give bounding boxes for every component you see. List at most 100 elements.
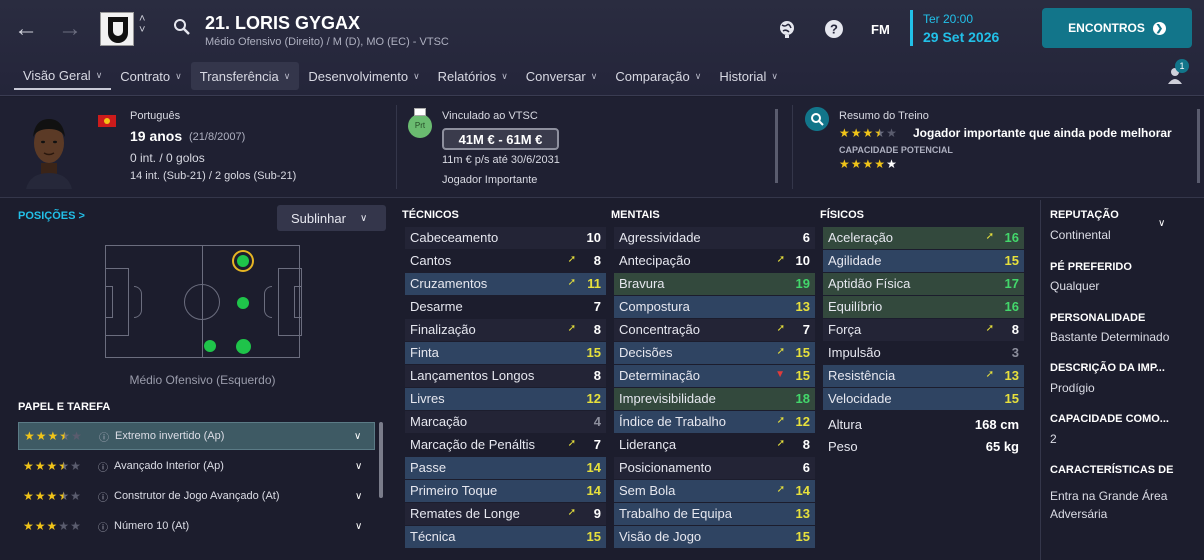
- tab-conversar[interactable]: Conversar ∨: [517, 62, 607, 90]
- attribute-name: Cruzamentos: [410, 276, 488, 291]
- chevron-down-icon: ∨: [283, 70, 291, 81]
- tab-desenvolvimento[interactable]: Desenvolvimento ∨: [299, 62, 428, 90]
- attribute-row[interactable]: Agilidade 15: [823, 250, 1024, 272]
- mentais-title: MENTAIS: [611, 209, 660, 221]
- attribute-name: Imprevisibilidade: [619, 391, 716, 406]
- attribute-row[interactable]: Antecipação ➚ 10: [614, 250, 815, 272]
- flag-portugal-icon: [98, 115, 116, 127]
- attribute-name: Posicionamento: [619, 460, 712, 475]
- foot-label: PÉ PREFERIDO: [1050, 261, 1132, 273]
- attribute-name: Agressividade: [619, 230, 701, 245]
- attribute-row[interactable]: Bravura 19: [614, 273, 815, 295]
- chevron-down-icon[interactable]: ∨: [1158, 218, 1165, 229]
- globe-icon[interactable]: [777, 19, 797, 39]
- attribute-row[interactable]: Técnica 15: [405, 526, 606, 548]
- tab-transferencia[interactable]: Transferência ∨: [190, 62, 300, 90]
- notification-icon[interactable]: 1: [1166, 59, 1189, 86]
- attribute-row[interactable]: Cantos ➚ 8: [405, 250, 606, 272]
- forward-arrow-icon[interactable]: →: [58, 15, 82, 43]
- tab-contrato[interactable]: Contrato ∨: [111, 62, 190, 90]
- attribute-row[interactable]: Aceleração ➚ 16: [823, 227, 1024, 249]
- attribute-value: 15: [795, 368, 810, 383]
- attribute-row[interactable]: Determinação ▼ 15: [614, 365, 815, 387]
- attribute-row[interactable]: Imprevisibilidade 18: [614, 388, 815, 410]
- club-switch-icon[interactable]: ˄ ˅: [139, 14, 145, 36]
- attribute-row[interactable]: Impulsão 3: [823, 342, 1024, 364]
- attribute-row[interactable]: Marcação de Penáltis ➚ 7: [405, 434, 606, 456]
- info-icon[interactable]: ⓘ: [98, 489, 114, 504]
- attribute-row[interactable]: Posicionamento 6: [614, 457, 815, 479]
- tab-visao-geral[interactable]: Visão Geral ∨: [14, 62, 112, 90]
- chevron-down-icon[interactable]: ∨: [355, 461, 375, 472]
- info-icon[interactable]: ⓘ: [98, 459, 114, 474]
- chevron-down-icon: ∨: [175, 70, 182, 81]
- tab-historial[interactable]: Historial ∨: [710, 62, 787, 90]
- star-icon: ★: [34, 459, 46, 473]
- position-dot[interactable]: [237, 297, 249, 309]
- chevron-down-icon[interactable]: ∨: [354, 431, 374, 442]
- trend-up-icon: ➚: [985, 369, 994, 380]
- role-item[interactable]: ★ ★ ★ ★ ★ ⓘ Construtor de Jogo Avançado (At) ∨: [18, 482, 375, 510]
- attribute-row[interactable]: Índice de Trabalho ➚ 12: [614, 411, 815, 433]
- scrollbar[interactable]: [1197, 109, 1200, 183]
- attribute-row[interactable]: Finalização ➚ 8: [405, 319, 606, 341]
- star-icon: ★: [24, 429, 35, 443]
- roles-scrollbar[interactable]: [379, 422, 383, 498]
- tab-comparacao[interactable]: Comparação ∨: [606, 62, 710, 90]
- scrollbar[interactable]: [775, 109, 778, 183]
- search-icon[interactable]: [173, 18, 191, 36]
- attribute-row[interactable]: Livres 12: [405, 388, 606, 410]
- continue-button[interactable]: ENCONTROS ❯: [1042, 8, 1192, 48]
- attribute-row[interactable]: Desarme 7: [405, 296, 606, 318]
- transfer-value[interactable]: 41M € - 61M €: [442, 128, 559, 150]
- info-icon[interactable]: ⓘ: [99, 429, 115, 444]
- position-dot[interactable]: [236, 339, 251, 354]
- attribute-row[interactable]: Cabeceamento 10: [405, 227, 606, 249]
- chevron-down-icon[interactable]: ∨: [355, 521, 375, 532]
- club-badge[interactable]: [100, 12, 134, 46]
- attribute-name: Cabeceamento: [410, 230, 499, 245]
- attribute-row[interactable]: Marcação 4: [405, 411, 606, 433]
- help-icon[interactable]: ?: [824, 19, 844, 39]
- position-dot[interactable]: [204, 340, 216, 352]
- trend-up-icon: ➚: [776, 254, 785, 265]
- attribute-row[interactable]: Visão de Jogo 15: [614, 526, 815, 548]
- attribute-row[interactable]: Trabalho de Equipa 13: [614, 503, 815, 525]
- fm-menu-button[interactable]: FM: [871, 22, 890, 37]
- info-icon[interactable]: ⓘ: [98, 519, 114, 534]
- fisicos-title: FÍSICOS: [820, 209, 865, 221]
- attribute-row[interactable]: Finta 15: [405, 342, 606, 364]
- attribute-row[interactable]: Velocidade 15: [823, 388, 1024, 410]
- attribute-value: 12: [795, 414, 810, 429]
- attribute-row[interactable]: Equilíbrio 16: [823, 296, 1024, 318]
- role-item[interactable]: ★ ★ ★ ★ ★ ⓘ Extremo invertido (Ap) ∨: [18, 422, 375, 450]
- attribute-row[interactable]: Compostura 13: [614, 296, 815, 318]
- chevron-down-icon: ∨: [694, 70, 702, 81]
- attribute-value: 13: [795, 299, 810, 314]
- chevron-down-icon[interactable]: ∨: [355, 491, 375, 502]
- attribute-row[interactable]: Aptidão Física 17: [823, 273, 1024, 295]
- role-stars: ★ ★ ★ ★ ★: [18, 489, 98, 503]
- role-item[interactable]: ★ ★ ★ ★ ★ ⓘ Avançado Interior (Ap) ∨: [18, 452, 375, 480]
- attribute-row[interactable]: Primeiro Toque 14: [405, 480, 606, 502]
- attribute-row[interactable]: Decisões ➚ 15: [614, 342, 815, 364]
- role-item[interactable]: ★ ★ ★ ★ ★ ⓘ Número 10 (At) ∨: [18, 512, 375, 540]
- attribute-row[interactable]: Concentração ➚ 7: [614, 319, 815, 341]
- star-icon: ★: [35, 429, 47, 443]
- attribute-row[interactable]: Cruzamentos ➚ 11: [405, 273, 606, 295]
- attribute-value: 15: [586, 529, 601, 544]
- attribute-row[interactable]: Agressividade 6: [614, 227, 815, 249]
- attribute-row[interactable]: Resistência ➚ 13: [823, 365, 1024, 387]
- attribute-row[interactable]: Sem Bola ➚ 14: [614, 480, 815, 502]
- magnifier-icon[interactable]: [805, 107, 829, 131]
- position-dot-selected[interactable]: [237, 255, 249, 267]
- attribute-row[interactable]: Lançamentos Longos 8: [405, 365, 606, 387]
- positions-link[interactable]: POSIÇÕES >: [18, 210, 85, 222]
- tab-relatorios[interactable]: Relatórios ∨: [429, 62, 517, 90]
- highlight-dropdown[interactable]: Sublinhar ∨: [277, 205, 386, 231]
- attribute-row[interactable]: Remates de Longe ➚ 9: [405, 503, 606, 525]
- back-arrow-icon[interactable]: ←: [14, 15, 38, 43]
- attribute-row[interactable]: Força ➚ 8: [823, 319, 1024, 341]
- attribute-row[interactable]: Liderança ➚ 8: [614, 434, 815, 456]
- attribute-row[interactable]: Passe 14: [405, 457, 606, 479]
